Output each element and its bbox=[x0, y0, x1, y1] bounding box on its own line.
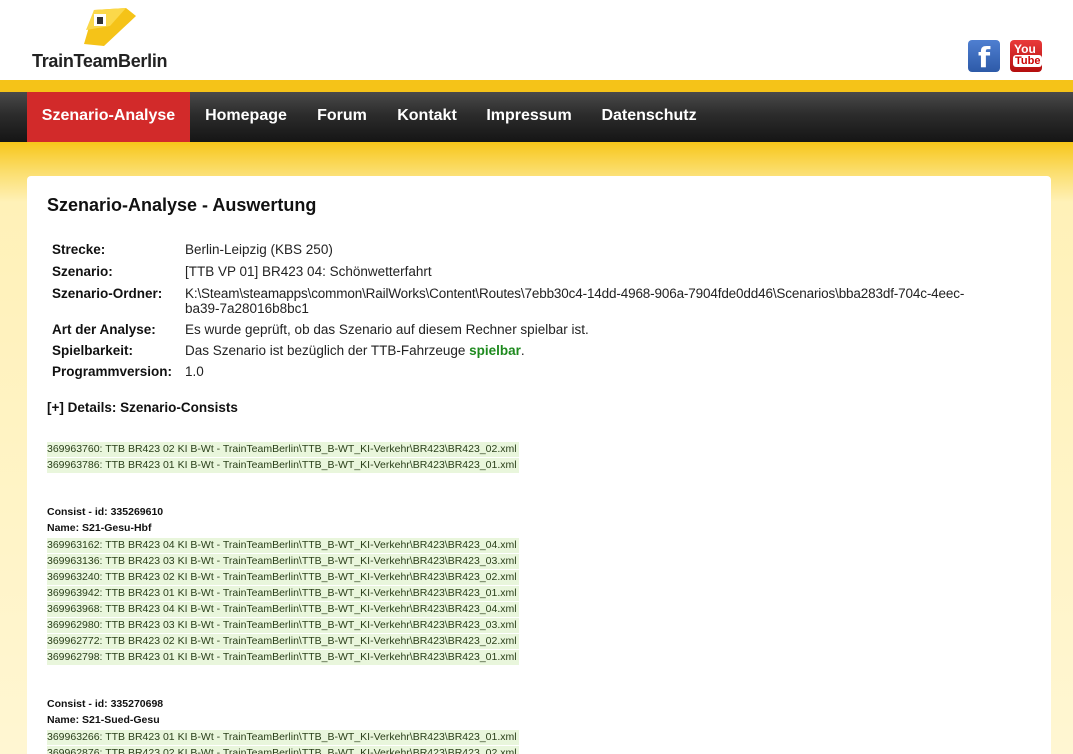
log-line: 369962798: TTB BR423 01 KI B-Wt - TrainT… bbox=[47, 650, 519, 665]
nav-homepage[interactable]: Homepage bbox=[190, 92, 302, 142]
log-line: 369963240: TTB BR423 02 KI B-Wt - TrainT… bbox=[47, 570, 519, 585]
info-label-spielbarkeit: Spielbarkeit: bbox=[52, 343, 134, 358]
nav-datenschutz[interactable]: Datenschutz bbox=[586, 92, 712, 142]
youtube-glyph-bottom: Tube bbox=[1013, 55, 1043, 67]
page-title: Szenario-Analyse - Auswertung bbox=[47, 195, 317, 215]
info-value-spielbarkeit: Das Szenario ist bezüglich der TTB-Fahrz… bbox=[185, 343, 525, 358]
info-label-strecke: Strecke: bbox=[52, 242, 106, 257]
site-logo[interactable]: TrainTeamBerlin bbox=[32, 6, 192, 72]
log-line: 369963968: TTB BR423 04 KI B-Wt - TrainT… bbox=[47, 602, 519, 617]
train-logo-icon bbox=[84, 8, 136, 46]
log-line: 369963942: TTB BR423 01 KI B-Wt - TrainT… bbox=[47, 586, 519, 601]
content-panel: Szenario-Analyse - Auswertung Strecke: B… bbox=[27, 176, 1051, 754]
log-line: 369963162: TTB BR423 04 KI B-Wt - TrainT… bbox=[47, 538, 519, 553]
youtube-glyph-top: You bbox=[1014, 42, 1036, 56]
info-value-ordner-line2: ba39-7a28016b8bc1 bbox=[185, 301, 309, 316]
details-toggle[interactable]: [+] Details: Szenario-Consists bbox=[47, 400, 238, 415]
nav-forum[interactable]: Forum bbox=[302, 92, 382, 142]
nav-impressum[interactable]: Impressum bbox=[472, 92, 586, 142]
header-divider bbox=[0, 80, 1073, 92]
info-value-version: 1.0 bbox=[185, 364, 204, 379]
info-label-ordner: Szenario-Ordner: bbox=[52, 286, 163, 301]
nav-szenario-analyse[interactable]: Szenario-Analyse bbox=[27, 92, 190, 142]
facebook-glyph: f bbox=[978, 41, 991, 74]
log-line: 369962980: TTB BR423 03 KI B-Wt - TrainT… bbox=[47, 618, 519, 633]
main-nav: Szenario-Analyse Homepage Forum Kontakt … bbox=[0, 92, 1073, 142]
log-line: 369963786: TTB BR423 01 KI B-Wt - TrainT… bbox=[47, 458, 519, 473]
log-line: 369963266: TTB BR423 01 KI B-Wt - TrainT… bbox=[47, 730, 519, 745]
spielbarkeit-suffix: . bbox=[520, 343, 525, 358]
consist-name: Name: S21-Gesu-Hbf bbox=[47, 522, 152, 534]
log-line: 369962772: TTB BR423 02 KI B-Wt - TrainT… bbox=[47, 634, 519, 649]
log-line: 369963760: TTB BR423 02 KI B-Wt - TrainT… bbox=[47, 442, 519, 457]
info-label-version: Programmversion: bbox=[52, 364, 173, 379]
info-value-ordner-line1: K:\Steam\steamapps\common\RailWorks\Cont… bbox=[185, 286, 965, 301]
status-badge: spielbar bbox=[469, 343, 521, 358]
info-value-strecke: Berlin-Leipzig (KBS 250) bbox=[185, 242, 333, 257]
info-label-analyse: Art der Analyse: bbox=[52, 322, 156, 337]
info-value-analyse: Es wurde geprüft, ob das Szenario auf di… bbox=[185, 322, 589, 337]
log-line: 369963136: TTB BR423 03 KI B-Wt - TrainT… bbox=[47, 554, 519, 569]
site-header: TrainTeamBerlin f You Tube bbox=[0, 0, 1073, 80]
consist-id: Consist - id: 335270698 bbox=[47, 698, 164, 710]
consist-log[interactable]: 369963760: TTB BR423 02 KI B-Wt - TrainT… bbox=[47, 430, 1033, 754]
info-label-szenario: Szenario: bbox=[52, 264, 113, 279]
log-line: 369962876: TTB BR423 02 KI B-Wt - TrainT… bbox=[47, 746, 519, 754]
spielbarkeit-prefix: Das Szenario ist bezüglich der TTB-Fahrz… bbox=[185, 343, 470, 358]
info-value-szenario: [TTB VP 01] BR423 04: Schönwetterfahrt bbox=[185, 264, 432, 279]
nav-kontakt[interactable]: Kontakt bbox=[382, 92, 472, 142]
youtube-icon[interactable]: You Tube bbox=[1010, 40, 1043, 72]
brand-name: TrainTeamBerlin bbox=[32, 51, 168, 71]
consist-id: Consist - id: 335269610 bbox=[47, 506, 164, 518]
consist-name: Name: S21-Sued-Gesu bbox=[47, 714, 160, 726]
facebook-icon[interactable]: f bbox=[968, 40, 1000, 74]
